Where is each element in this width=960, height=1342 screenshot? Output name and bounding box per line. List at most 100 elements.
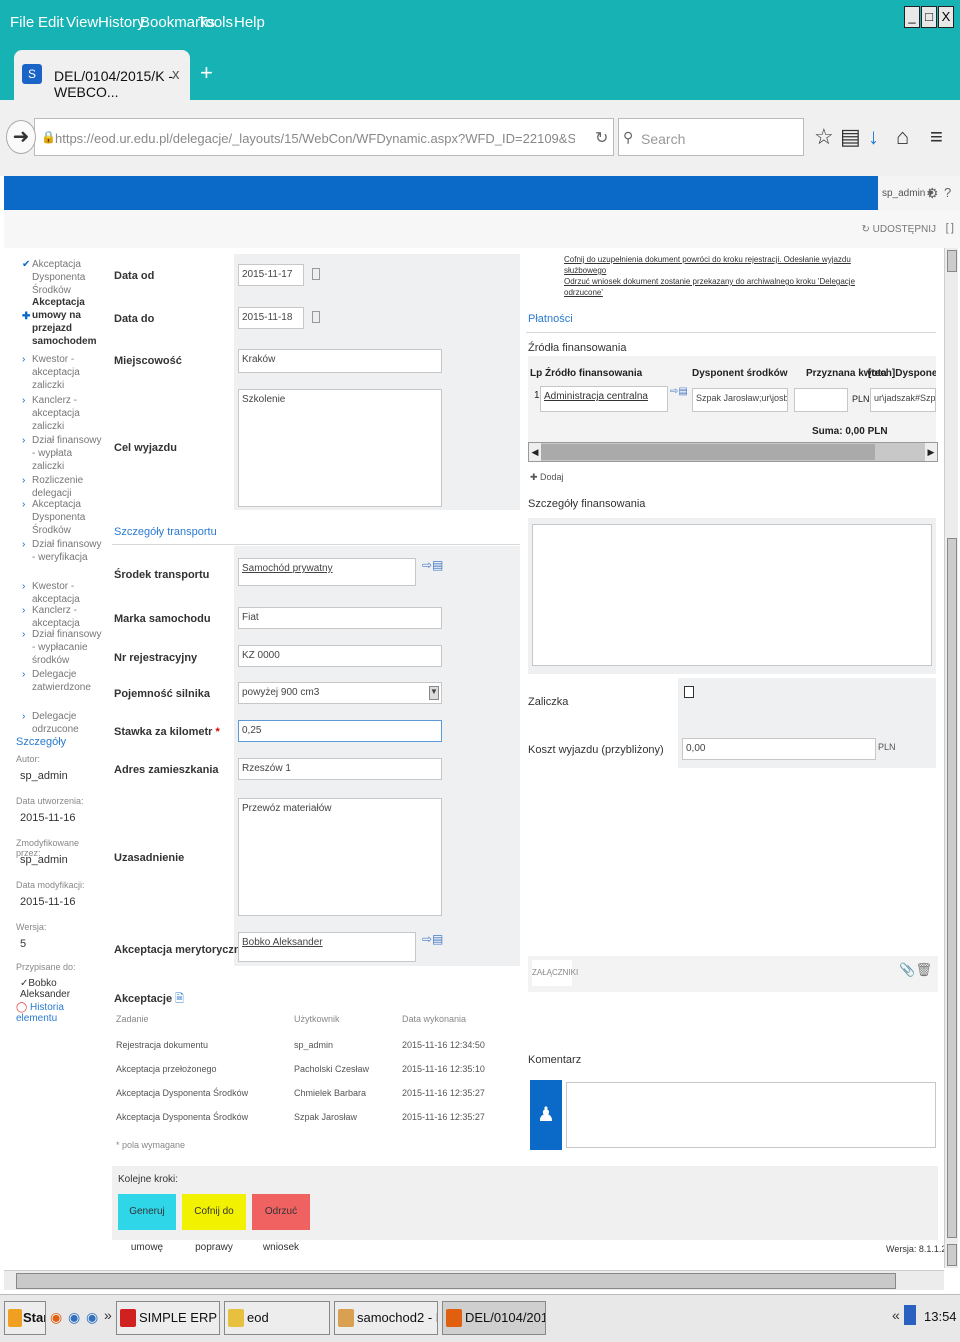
help-icon[interactable]: ? [944,185,951,200]
advance-checkbox[interactable] [684,686,694,698]
finance-details-textarea[interactable] [532,524,932,666]
tray-expand-icon[interactable]: « [892,1307,900,1323]
nav-item[interactable]: › Delegacje odrzucone [22,710,102,736]
settings-gear-icon[interactable]: ⚙ [926,185,939,202]
nav-item[interactable]: › Rozliczenie delegacji [22,474,102,500]
people-picker-icon[interactable]: ⇨▤ [422,932,443,946]
menu-hamburger-icon[interactable]: ≡ [930,124,943,150]
date-to-input[interactable]: 2015-11-18 [238,307,304,329]
scroll-thumb[interactable] [16,1273,896,1289]
browser-tab[interactable]: S DEL/0104/2015/K - WEBCO... x [14,50,190,100]
nav-item[interactable]: › Kwestor - akceptacja zaliczki [22,353,102,392]
grid-scrollbar[interactable]: ◀ ▶ [528,442,938,462]
task-paint[interactable]: samochod2 - Paint [334,1301,438,1335]
nav-item[interactable]: › Dział finansowy - wypłacanie środków [22,628,102,667]
horizontal-scrollbar[interactable] [4,1270,944,1290]
engine-select[interactable]: powyżej 900 cm3 ▼ [238,682,442,704]
calendar-icon[interactable] [312,311,320,323]
menu-tools[interactable]: Tools [198,14,233,31]
transport-means-lookup[interactable]: Samochód prywatny [238,558,416,586]
sources-label: Źródła finansowania [528,342,627,354]
purpose-textarea[interactable]: Szkolenie [238,389,442,507]
nav-item[interactable]: › Kanclerz - akceptacja zaliczki [22,394,102,433]
minimize-button[interactable]: _ [904,6,920,28]
back-button[interactable]: ➜ [6,120,36,154]
car-make-input[interactable]: Fiat [238,607,442,629]
residence-input[interactable]: Rzeszów 1 [238,758,442,780]
nav-item[interactable]: › Dział finansowy - wypłata zaliczki [22,434,102,473]
nav-item[interactable]: ✔ Akceptacja Dysponenta Środków [22,258,102,297]
rate-input[interactable]: 0,25 [238,720,442,742]
place-input[interactable]: Kraków [238,349,442,373]
scroll-up-icon[interactable] [947,250,957,272]
nav-item-current[interactable]: ✚ Akceptacja umowy na przejazd samochodem [22,296,102,348]
maximize-button[interactable]: □ [921,6,937,28]
menu-edit[interactable]: Edit [38,14,64,31]
column-header: Dysponent środków [692,368,788,379]
amount-input[interactable] [794,388,848,412]
reject-button[interactable]: Odrzuć wniosek [252,1194,310,1253]
reading-list-icon[interactable]: ▤ [840,124,861,150]
focus-icon[interactable]: [ ] [946,222,954,234]
task-eod[interactable]: eod [224,1301,330,1335]
comment-textarea[interactable] [566,1082,936,1148]
nav-item[interactable]: › Kwestor - akceptacja [22,580,102,606]
search-input[interactable]: ⚲ Search [618,118,804,156]
registration-input[interactable]: KZ 0000 [238,645,442,667]
close-window-button[interactable]: X [938,6,954,28]
bookmark-star-icon[interactable]: ☆ [814,124,834,150]
scroll-thumb[interactable] [947,538,957,1238]
nav-item[interactable]: › Kanclerz - akceptacja [22,604,102,630]
tab-close-icon[interactable]: x [172,66,180,83]
task-browser[interactable]: DEL/0104/2015... [442,1301,546,1335]
generate-contract-button[interactable]: Generuj umowę [118,1194,176,1253]
nav-item[interactable]: › Dział finansowy - weryfikacja [22,538,102,564]
lock-icon: 🔒 [41,130,56,144]
share-button[interactable]: ↻ UDOSTĘPNIJ [862,224,937,235]
ie-quicklaunch-icon[interactable]: ◉ [68,1309,80,1326]
network-tray-icon[interactable] [904,1305,916,1325]
add-row-button[interactable]: ✚ Dodaj [530,472,564,483]
history-link[interactable]: ◯ Historia elementu [16,1002,106,1024]
lookup-icon[interactable]: ⇨▤ [670,386,688,397]
justification-textarea[interactable]: Przewóz materiałów [238,798,442,916]
tech-disponent-input[interactable]: ur\jadszak#Szpak Ja [870,388,936,412]
cost-input[interactable]: 0,00 [682,738,876,760]
assigned-label: Przypisane do: [16,962,76,972]
attachment-actions-icon[interactable]: 📎🗑 [899,962,932,978]
nav-bullet-icon: › [22,605,26,616]
reload-icon[interactable]: ↻ [595,128,608,148]
scroll-down-icon[interactable] [947,1244,957,1266]
start-button[interactable]: Start [4,1301,46,1335]
scroll-thumb[interactable] [541,444,875,460]
firefox-quicklaunch-icon[interactable]: ◉ [50,1309,62,1326]
date-from-input[interactable]: 2015-11-17 [238,264,304,286]
new-tab-button[interactable]: + [200,60,213,86]
url-bar[interactable]: 🔒 https://eod.ur.edu.pl/delegacje/_layou… [34,118,614,156]
menu-history[interactable]: History [98,14,145,31]
app-quicklaunch-icon[interactable]: ◉ [86,1309,98,1326]
menu-view[interactable]: View [66,14,98,31]
disponent-input[interactable]: Szpak Jarosław;ur\josb.ndas [692,388,788,412]
calendar-icon[interactable] [312,268,320,280]
nav-item[interactable]: › Delegacje zatwierdzone [22,668,102,694]
task-simple-erp[interactable]: SIMPLE ERP wers... [116,1301,220,1335]
menu-file[interactable]: File [10,14,34,31]
nav-item[interactable]: › Akceptacja Dysponenta Środków [22,498,102,537]
menu-help[interactable]: Help [234,14,265,31]
merit-accept-people-picker[interactable]: Bobko Aleksander [238,932,416,962]
nav-bullet-icon: › [22,581,26,592]
table-cell: 2015-11-16 12:35:27 [402,1112,485,1122]
taskbar: Start ◉ ◉ ◉ » SIMPLE ERP wers... eod sam… [0,1294,960,1342]
download-icon[interactable]: ↓ [868,124,879,150]
vertical-scrollbar[interactable] [944,248,958,1268]
send-back-button[interactable]: Cofnij do poprawy [182,1194,246,1253]
scroll-right-icon[interactable]: ▶ [925,443,937,461]
more-chevron-icon[interactable]: » [104,1307,112,1323]
lookup-icon[interactable]: ⇨▤ [422,558,443,572]
attachments-tab[interactable]: ZAŁĄCZNIKI [532,960,578,986]
scroll-left-icon[interactable]: ◀ [529,443,541,461]
funding-source-lookup[interactable]: Administracja centralna [540,386,668,412]
home-icon[interactable]: ⌂ [896,124,909,150]
row-number: 1 [534,390,540,401]
